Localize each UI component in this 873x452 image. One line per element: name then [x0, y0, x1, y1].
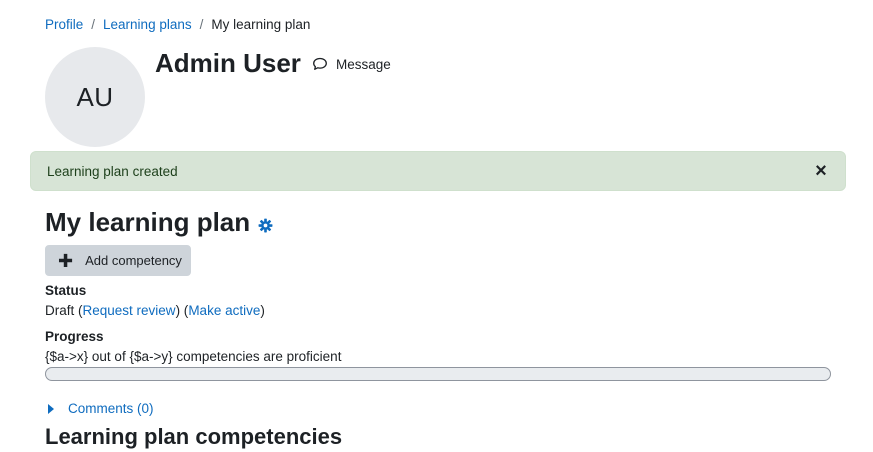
- message-label: Message: [336, 56, 391, 72]
- avatar[interactable]: AU: [45, 47, 145, 147]
- progress-heading: Progress: [45, 329, 104, 344]
- comments-label: Comments (0): [68, 401, 154, 416]
- status-heading: Status: [45, 283, 87, 298]
- add-competency-button[interactable]: ✚ Add competency: [45, 245, 191, 276]
- make-active-link[interactable]: Make active: [188, 303, 260, 318]
- breadcrumb: Profile / Learning plans / My learning p…: [45, 17, 310, 32]
- add-competency-label: Add competency: [85, 253, 182, 268]
- status-value: Draft: [45, 303, 75, 318]
- plus-icon: ✚: [58, 250, 74, 271]
- breadcrumb-separator: /: [199, 17, 204, 32]
- speech-bubble-icon: [312, 56, 336, 72]
- success-alert: Learning plan created ×: [30, 151, 846, 191]
- progress-text: {$a->x} out of {$a->y} competencies are …: [45, 349, 342, 364]
- status-line: Draft (Request review) (Make active): [45, 303, 265, 318]
- section-heading: Learning plan competencies: [45, 424, 343, 449]
- breadcrumb-separator: /: [91, 17, 96, 32]
- request-review-link[interactable]: Request review: [83, 303, 176, 318]
- breadcrumb-link-learning-plans[interactable]: Learning plans: [103, 17, 192, 32]
- close-icon[interactable]: ×: [813, 161, 829, 181]
- user-name: Admin User: [155, 48, 301, 78]
- progress-bar: [45, 367, 831, 381]
- message-button[interactable]: Message: [312, 53, 391, 75]
- comments-toggle[interactable]: Comments (0): [48, 401, 154, 416]
- gear-icon[interactable]: [258, 218, 273, 233]
- caret-right-icon: [48, 403, 54, 414]
- breadcrumb-current: My learning plan: [211, 17, 311, 32]
- plan-title-text: My learning plan: [45, 207, 251, 237]
- plan-title: My learning plan: [45, 204, 273, 240]
- alert-text: Learning plan created: [47, 163, 178, 179]
- avatar-initials: AU: [76, 81, 114, 112]
- breadcrumb-link-profile[interactable]: Profile: [45, 17, 83, 32]
